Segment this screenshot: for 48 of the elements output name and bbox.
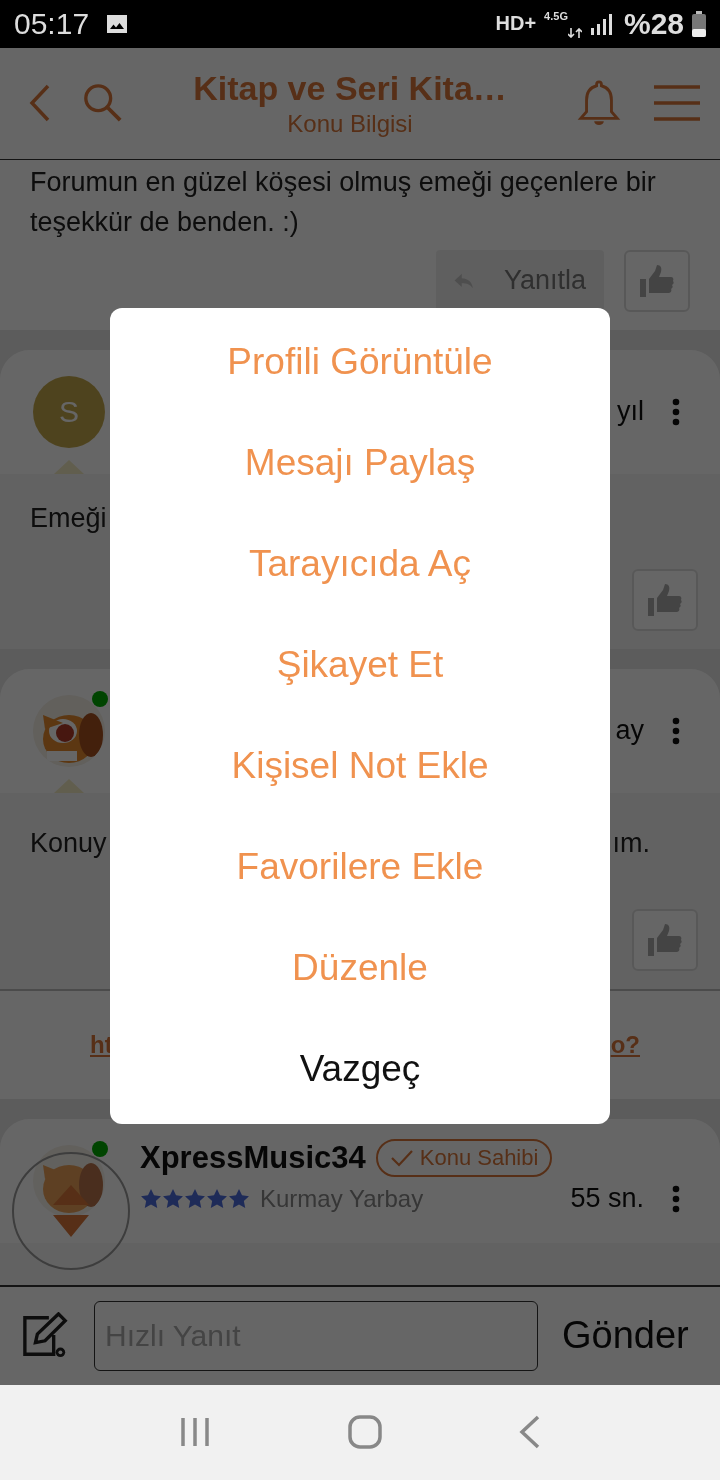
post-text: Konuy — [30, 826, 107, 860]
post-time: yıl — [617, 396, 644, 428]
more-icon[interactable] — [672, 716, 680, 745]
badge-label: Konu Sahibi — [419, 1144, 539, 1171]
thread-subtitle: Konu Bilgisi — [287, 109, 413, 138]
menu-icon[interactable] — [652, 83, 702, 124]
data-arrows-icon — [567, 27, 582, 38]
edit-settings-icon[interactable] — [22, 1311, 70, 1360]
more-icon[interactable] — [672, 1184, 680, 1213]
menu-option[interactable]: Kişisel Not Ekle — [110, 715, 610, 817]
network-type: 4.5G — [544, 10, 568, 22]
bell-icon[interactable] — [576, 79, 622, 128]
menu-option[interactable]: Favorilere Ekle — [110, 816, 610, 918]
recent-apps-icon[interactable] — [178, 1416, 211, 1449]
pointer-triangle — [54, 778, 84, 793]
more-icon[interactable] — [672, 397, 680, 426]
menu-option[interactable]: Vazgeç — [110, 1018, 610, 1120]
link[interactable]: o? — [610, 1030, 640, 1059]
signal-icon — [589, 12, 612, 35]
thread-title: Kitap ve Seri Kita… — [193, 68, 507, 108]
menu-option[interactable]: Tarayıcıda Aç — [110, 513, 610, 615]
status-time: 05:17 — [14, 6, 90, 41]
like-button[interactable] — [632, 908, 698, 971]
menu-option[interactable]: Profili Görüntüle — [110, 311, 610, 413]
menu-option[interactable]: Düzenle — [110, 917, 610, 1019]
back-icon[interactable] — [519, 1415, 542, 1450]
menu-option[interactable]: Şikayet Et — [110, 614, 610, 716]
back-icon[interactable] — [28, 83, 52, 124]
thumbs-up-icon — [640, 264, 674, 297]
thumbs-up-icon — [648, 923, 682, 956]
like-button[interactable] — [624, 249, 690, 312]
network-label: HD+ — [495, 12, 537, 36]
post-text: Emeği — [30, 501, 107, 535]
pointer-triangle — [54, 459, 84, 474]
battery-percent: %28 — [623, 6, 684, 41]
battery-icon — [692, 10, 706, 37]
username[interactable]: XpressMusic34 — [140, 1139, 366, 1176]
avatar-letter[interactable]: S — [33, 375, 105, 448]
check-icon — [389, 1148, 414, 1167]
like-button[interactable] — [632, 568, 698, 631]
post-time: 55 sn. — [570, 1183, 644, 1215]
home-icon[interactable] — [348, 1415, 382, 1450]
menu-option[interactable]: Mesajı Paylaş — [110, 412, 610, 514]
post-text: ım. — [612, 826, 650, 860]
post-text: Forumun en güzel köşesi olmuş emeği geçenlere bir teşekkür de benden. :) — [30, 165, 657, 239]
thumbs-up-icon — [648, 583, 682, 616]
post-time: ay — [615, 715, 644, 747]
send-button[interactable]: Gönder — [562, 1314, 689, 1358]
